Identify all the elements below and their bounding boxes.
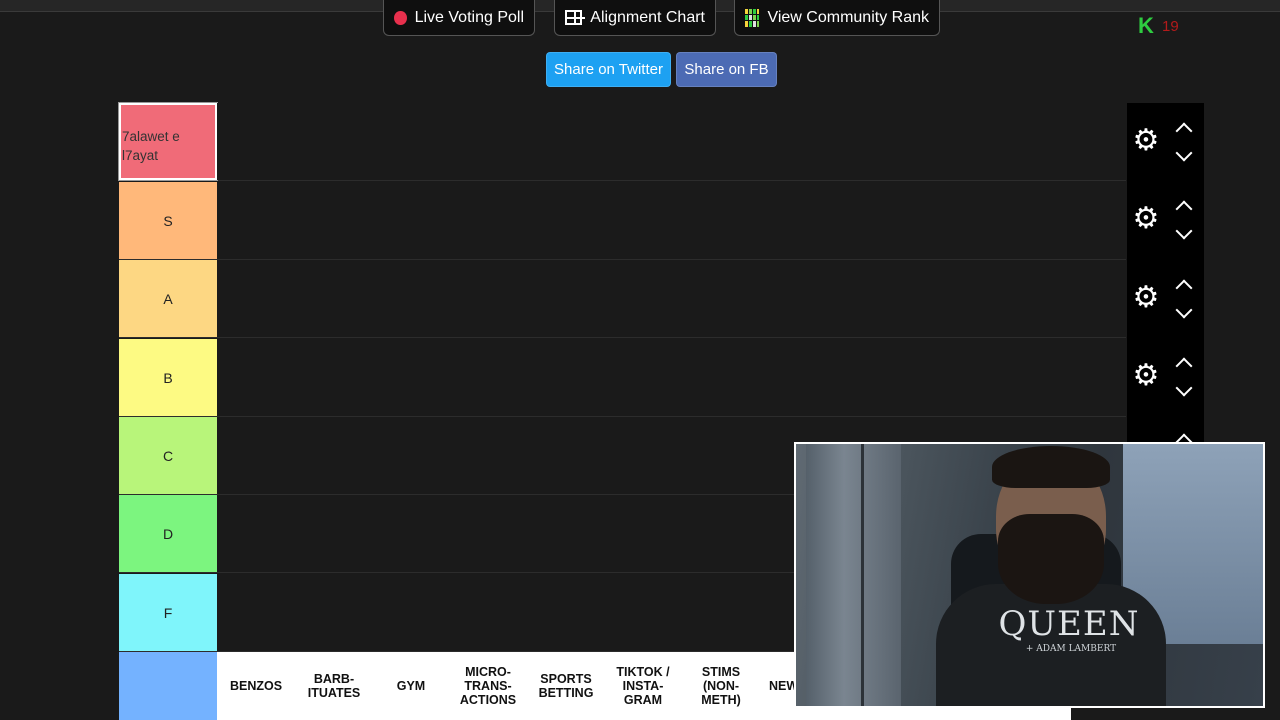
chevron-up-icon[interactable] xyxy=(1175,356,1193,368)
pool-item[interactable]: TIKTOK / INSTA- GRAM xyxy=(605,652,681,720)
view-community-rank-button[interactable]: View Community Rank xyxy=(734,0,940,36)
pool-item[interactable]: GYM xyxy=(373,652,449,720)
tier-controls-column: ⚙ ⚙ ⚙ ⚙ xyxy=(1127,103,1204,443)
tier-label[interactable]: B xyxy=(119,339,217,416)
tier-label[interactable]: C xyxy=(119,417,217,494)
gear-icon[interactable]: ⚙ xyxy=(1132,283,1160,313)
gear-icon[interactable]: ⚙ xyxy=(1132,361,1160,391)
webcam-person-beard xyxy=(998,514,1104,604)
alignment-chart-label: Alignment Chart xyxy=(590,8,705,26)
alignment-chart-button[interactable]: Alignment Chart xyxy=(554,0,716,36)
chevron-down-icon[interactable] xyxy=(1175,151,1193,163)
pool-item[interactable]: MICRO- TRANS- ACTIONS xyxy=(450,652,526,720)
chevron-down-icon[interactable] xyxy=(1175,386,1193,398)
chevron-down-icon[interactable] xyxy=(1175,308,1193,320)
chevron-up-icon[interactable] xyxy=(1175,199,1193,211)
tier-drop-zone[interactable] xyxy=(217,260,1126,337)
chevron-down-icon[interactable] xyxy=(1175,229,1193,241)
kick-logo-icon: K xyxy=(1138,13,1154,38)
webcam-person-hair xyxy=(992,446,1110,488)
chevron-up-icon[interactable] xyxy=(1175,278,1193,290)
gear-icon[interactable]: ⚙ xyxy=(1132,126,1160,156)
webcam-shirt-subtext: + ADAM LAMBERT xyxy=(1025,644,1117,654)
tier-label[interactable]: 7alawet e l7ayat xyxy=(118,102,218,181)
pool-header-cell xyxy=(119,652,217,720)
tier-controls: ⚙ xyxy=(1127,181,1204,259)
share-fb-button[interactable]: Share on FB xyxy=(676,52,777,87)
tier-label[interactable]: F xyxy=(119,574,217,651)
pool-item[interactable]: SPORTS BETTING xyxy=(528,652,604,720)
chevron-up-icon[interactable] xyxy=(1175,121,1193,133)
tier-drop-zone[interactable] xyxy=(217,182,1126,259)
tier-controls: ⚙ xyxy=(1127,103,1204,181)
tier-row: S xyxy=(119,182,1126,260)
tier-label[interactable]: A xyxy=(119,260,217,337)
viewer-count-badge: 19 xyxy=(1162,18,1179,35)
live-voting-poll-label: Live Voting Poll xyxy=(414,8,524,26)
tier-drop-zone[interactable] xyxy=(217,339,1126,416)
pool-item[interactable]: BENZOS xyxy=(218,652,294,720)
tier-label[interactable]: D xyxy=(119,495,217,572)
community-rank-icon xyxy=(745,8,760,27)
view-community-rank-label: View Community Rank xyxy=(767,8,929,26)
pool-item[interactable]: STIMS (NON- METH) xyxy=(683,652,759,720)
tier-row: B xyxy=(119,339,1126,417)
tier-controls: ⚙ xyxy=(1127,260,1204,338)
tier-row: A xyxy=(119,260,1126,338)
tier-row: 7alawet e l7ayat xyxy=(118,102,1126,181)
tier-controls: ⚙ xyxy=(1127,338,1204,416)
grid-icon xyxy=(565,10,586,25)
webcam-overlay: QUEEN + ADAM LAMBERT xyxy=(794,442,1265,708)
record-dot-icon xyxy=(394,10,407,25)
chevron-up-icon[interactable] xyxy=(1175,432,1193,442)
pool-item[interactable]: BARB- ITUATES xyxy=(296,652,372,720)
live-voting-poll-button[interactable]: Live Voting Poll xyxy=(383,0,535,36)
tier-list-page: Live Voting Poll Alignment Chart View Co… xyxy=(0,0,1280,720)
tier-label[interactable]: S xyxy=(119,182,217,259)
share-twitter-button[interactable]: Share on Twitter xyxy=(546,52,671,87)
gear-icon[interactable]: ⚙ xyxy=(1132,204,1160,234)
webcam-door xyxy=(806,444,901,706)
tier-drop-zone[interactable] xyxy=(217,103,1126,180)
webcam-shirt-text: QUEEN xyxy=(998,604,1140,644)
